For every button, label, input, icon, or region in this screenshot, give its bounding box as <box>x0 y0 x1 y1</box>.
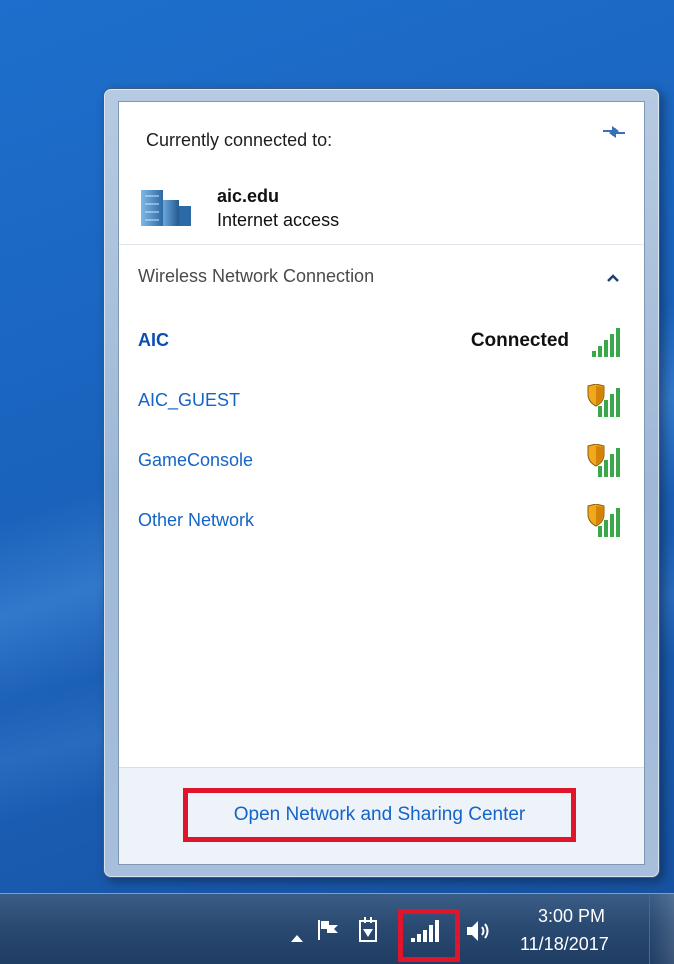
network-item-other-network[interactable]: Other Network <box>119 502 644 562</box>
network-name: GameConsole <box>138 450 254 470</box>
clock-time[interactable]: 3:00 PM <box>538 906 605 927</box>
wireless-section-title: Wireless Network Connection <box>138 266 375 286</box>
show-hidden-icons-icon[interactable] <box>290 930 304 942</box>
speaker-icon[interactable] <box>464 918 494 944</box>
wifi-signal-icon <box>586 324 626 360</box>
wifi-signal-secured-icon <box>586 383 626 420</box>
clock-date[interactable]: 11/18/2017 <box>520 934 609 955</box>
wifi-signal-secured-icon <box>586 503 626 540</box>
current-network-name: aic.edu <box>217 186 280 206</box>
network-name: Other Network <box>138 510 255 530</box>
wifi-signal-secured-icon <box>586 443 626 480</box>
highlight-box: Open Network and Sharing Center <box>183 788 576 842</box>
show-desktop-button[interactable] <box>649 894 674 964</box>
network-popup-content: Currently connected to: aic.edu Internet… <box>118 101 645 865</box>
network-status: Connected <box>470 330 569 351</box>
network-popup: Currently connected to: aic.edu Internet… <box>103 88 660 878</box>
taskbar: 3:00 PM 11/18/2017 <box>0 893 674 964</box>
refresh-arrows-icon[interactable] <box>600 120 628 144</box>
wireless-section-header: Wireless Network Connection <box>119 264 644 294</box>
network-name: AIC_GUEST <box>138 390 241 410</box>
wifi-signal-icon[interactable] <box>409 919 445 943</box>
open-network-sharing-center-link[interactable]: Open Network and Sharing Center <box>188 793 571 837</box>
currently-connected-label: Currently connected to: <box>146 130 333 150</box>
power-plug-icon[interactable] <box>357 917 379 943</box>
network-list: AIC Connected AIC_GUEST GameConsole Othe… <box>119 322 644 562</box>
network-item-gameconsole[interactable]: GameConsole <box>119 442 644 502</box>
popup-footer: Open Network and Sharing Center <box>119 767 644 864</box>
action-center-flag-icon[interactable] <box>316 919 342 941</box>
chevron-up-icon[interactable] <box>604 270 622 288</box>
network-item-aic-guest[interactable]: AIC_GUEST <box>119 382 644 442</box>
currently-connected-section: Currently connected to: aic.edu Internet… <box>119 102 644 245</box>
network-name: AIC <box>138 330 169 350</box>
current-network-access: Internet access <box>217 210 340 230</box>
network-building-icon <box>139 188 195 228</box>
network-item-aic[interactable]: AIC Connected <box>119 322 644 382</box>
